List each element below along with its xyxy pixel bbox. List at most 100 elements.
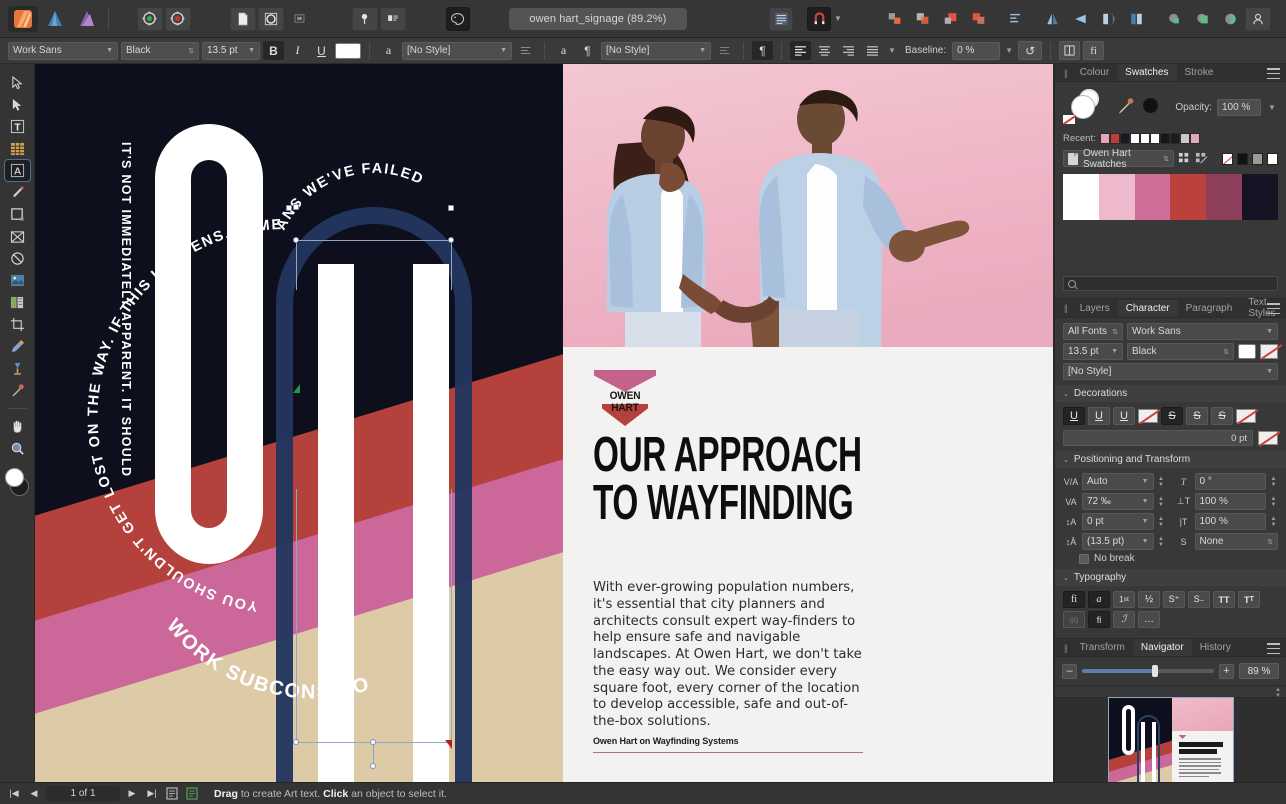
zoom-level-value[interactable]: 89 % [1239, 663, 1279, 679]
swatch-navy[interactable] [1242, 174, 1278, 220]
pipette-icon[interactable] [1117, 97, 1135, 115]
no-break-row[interactable]: No break [1079, 553, 1166, 564]
left-page[interactable]: IT'S NOT IMMEDIATELY APPARENT. IT SHOULD… [35, 64, 563, 782]
magnet-snapping-icon[interactable] [807, 7, 832, 31]
account-icon[interactable] [1245, 7, 1271, 31]
text-overflow-marker[interactable] [445, 740, 452, 749]
tab-paragraph[interactable]: Paragraph [1178, 300, 1241, 317]
flip-vertical-icon[interactable] [1068, 7, 1094, 31]
rotate-right-icon[interactable] [1124, 7, 1150, 31]
text-frame-options-button[interactable] [1059, 41, 1080, 60]
document-canvas[interactable]: IT'S NOT IMMEDIATELY APPARENT. IT SHOULD… [35, 64, 1054, 782]
colour-picker-tool[interactable] [5, 380, 30, 401]
text-middle-handle[interactable] [370, 739, 376, 745]
underline-word-button[interactable]: U [1088, 407, 1110, 425]
character-style-options-icon[interactable] [515, 41, 536, 60]
guides-icon[interactable] [286, 7, 312, 31]
move-to-back-icon[interactable] [910, 7, 936, 31]
strikethrough-solid-button[interactable]: S [1161, 407, 1183, 425]
show-special-characters-button[interactable]: ¶ [752, 41, 773, 60]
align-justify-button[interactable] [862, 41, 883, 60]
subscript-button[interactable]: S₋ [1188, 591, 1210, 608]
move-back-one-icon[interactable] [882, 7, 908, 31]
recent-chip[interactable] [1140, 133, 1150, 144]
pilcrow-icon[interactable]: ¶ [577, 41, 598, 60]
baseline-chevron-down-icon[interactable]: ▼ [1003, 41, 1015, 61]
boolean-subtract-icon[interactable] [1189, 7, 1215, 31]
text-wrap-icon[interactable] [769, 7, 794, 31]
decoration-weight-input[interactable]: 0 pt [1063, 430, 1253, 446]
designer-persona-button[interactable] [8, 6, 38, 32]
pixel-persona-button[interactable] [40, 6, 70, 32]
zoom-in-button[interactable]: + [1219, 664, 1234, 679]
strikethrough-double-button[interactable]: S [1211, 407, 1233, 425]
underline-button[interactable]: U [311, 41, 332, 60]
paragraph-style-options-icon[interactable] [714, 41, 735, 60]
more-typography-button[interactable]: … [1138, 611, 1160, 628]
tab-stroke[interactable]: Stroke [1177, 64, 1222, 81]
art-text-tool[interactable]: A [5, 160, 30, 181]
underline-double-button[interactable]: U [1113, 407, 1135, 425]
contextual-alternates-button[interactable]: ℐ [1113, 611, 1135, 628]
navigator-thumbnail[interactable] [1109, 698, 1233, 782]
character-style-icon[interactable]: a [378, 41, 399, 60]
recent-chip[interactable] [1110, 133, 1120, 144]
strikethrough-none-button[interactable] [1236, 409, 1256, 423]
preferences-icon[interactable] [137, 7, 163, 31]
font-family-select[interactable]: Work Sans ▼ [8, 42, 118, 60]
new-page-icon[interactable] [230, 7, 256, 31]
boolean-add-icon[interactable] [1161, 7, 1187, 31]
recent-chip[interactable] [1190, 133, 1200, 144]
next-page-icon[interactable]: ▶ [124, 786, 140, 802]
last-page-icon[interactable]: ▶| [144, 786, 160, 802]
text-on-path-button[interactable]: ↺ [1018, 41, 1042, 60]
character-fill-swatch[interactable] [1238, 344, 1256, 359]
stroke-align-select[interactable]: None ⇅ [1195, 533, 1279, 550]
paragraph-style-select[interactable]: [No Style] ▼ [601, 42, 711, 60]
move-to-front-icon[interactable] [966, 7, 992, 31]
ligature-button[interactable]: fi [1083, 41, 1104, 60]
frame-text-tool[interactable]: T [5, 116, 30, 137]
page-indicator[interactable]: 1 of 1 [46, 786, 120, 801]
caption-text[interactable]: Owen Hart on Wayfinding Systems [593, 736, 863, 746]
paintbrush-tool[interactable] [5, 336, 30, 357]
swatch-search-input[interactable] [1063, 276, 1278, 291]
tab-character[interactable]: Character [1118, 300, 1178, 317]
selection-node[interactable] [293, 204, 299, 210]
recent-chip[interactable] [1170, 133, 1180, 144]
flip-horizontal-icon[interactable] [1040, 7, 1066, 31]
baseline-shift-stepper[interactable]: ▲▼ [1157, 513, 1166, 530]
tracking-select[interactable]: 72 ‰ ▼ [1082, 493, 1154, 510]
no-fill-indicator[interactable] [1063, 115, 1075, 124]
tab-transform[interactable]: Transform [1072, 639, 1133, 656]
underline-solid-button[interactable]: U [1063, 407, 1085, 425]
character-font-family-select[interactable]: Work Sans ▼ [1127, 323, 1278, 340]
add-swatch-icon[interactable] [1178, 152, 1191, 165]
strikethrough-word-button[interactable]: S [1186, 407, 1208, 425]
move-tool[interactable] [5, 72, 30, 93]
align-left-button[interactable] [790, 41, 811, 60]
black-swatch[interactable] [1237, 153, 1248, 165]
body-copy[interactable]: With ever-growing population numbers, it… [593, 580, 865, 731]
snapping-chevron-down-icon[interactable]: ▼ [832, 9, 843, 29]
font-scope-select[interactable]: All Fonts ⇅ [1063, 323, 1123, 340]
font-size-select[interactable]: 13.5 pt ▼ [202, 42, 260, 60]
zoom-slider[interactable] [1082, 669, 1214, 673]
tab-colour[interactable]: Colour [1072, 64, 1117, 81]
swatch-white[interactable] [1063, 174, 1099, 220]
zoom-out-button[interactable]: – [1062, 664, 1077, 679]
panel-grip-icon[interactable]: || [1059, 68, 1072, 78]
navigator-thumbnail-area[interactable] [1055, 697, 1286, 782]
vector-crop-tool[interactable] [5, 358, 30, 379]
rotation-stepper[interactable]: ▲▼ [1269, 473, 1278, 490]
swatch-pink[interactable] [1135, 174, 1171, 220]
white-swatch[interactable] [1267, 153, 1278, 165]
pen-tool[interactable] [5, 182, 30, 203]
character-style-select[interactable]: [No Style] ▼ [402, 42, 512, 60]
export-persona-button[interactable] [72, 6, 102, 32]
swatch-library-select[interactable]: Owen Hart Swatches ⇅ [1063, 150, 1174, 167]
recent-chip[interactable] [1120, 133, 1130, 144]
first-page-icon[interactable]: |◀ [6, 786, 22, 802]
panel-menu-icon[interactable] [1267, 68, 1280, 79]
tab-swatches[interactable]: Swatches [1117, 64, 1176, 81]
